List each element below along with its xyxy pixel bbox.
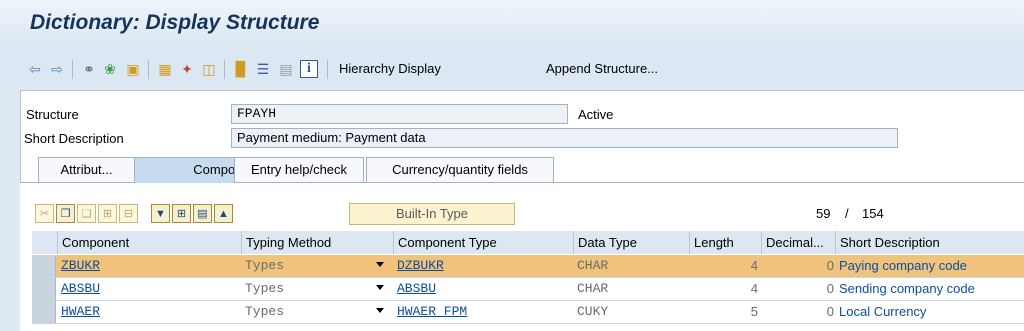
copy-icon[interactable]: ❐ [56, 204, 75, 223]
decimals-cell: 0 [826, 258, 834, 273]
tab-entry-help[interactable]: Entry help/check [234, 157, 364, 183]
row-counter-total: 154 [862, 206, 884, 221]
toolbar-separator [224, 60, 225, 79]
short-description-cell: Sending company code [839, 281, 975, 296]
table-row[interactable]: HWAER Types HWAER_FPM CUKY 5 0 Local Cur… [32, 301, 1024, 324]
component-cell[interactable]: ZBUKR [58, 255, 242, 277]
table-row[interactable]: ABSBU Types ABSBU CHAR 4 0 Sending compa… [32, 278, 1024, 301]
short-description-cell: Paying company code [839, 258, 967, 273]
component-type-cell[interactable]: ABSBU [394, 278, 574, 300]
component-cell[interactable]: ABSBU [58, 278, 242, 300]
filter-down-icon[interactable]: ▼ [151, 204, 170, 223]
select-all-header[interactable] [32, 231, 58, 254]
structure-field[interactable]: FPAYH [231, 104, 568, 124]
length-cell: 4 [750, 258, 758, 273]
page-title: Dictionary: Display Structure [30, 11, 320, 34]
data-type-cell: CHAR [577, 258, 609, 273]
component-cell[interactable]: HWAER [58, 301, 242, 323]
typing-method-cell[interactable]: Types [242, 301, 362, 323]
row-counter-separator: / [845, 206, 849, 221]
typing-method-cell[interactable]: Types [242, 255, 362, 277]
component-type-cell[interactable]: DZBUKR [394, 255, 574, 277]
dropdown-arrow-icon[interactable] [376, 308, 384, 313]
short-description-label: Short Description [24, 131, 124, 146]
row-selector[interactable] [32, 301, 56, 323]
back-arrow-icon[interactable]: ⇦ [26, 60, 44, 78]
title-bar: Dictionary: Display Structure [0, 0, 1024, 44]
built-in-type-button[interactable]: Built-In Type [349, 203, 515, 225]
scroll-top-icon[interactable]: ▲ [214, 204, 233, 223]
data-type-cell: CHAR [577, 281, 609, 296]
forward-arrow-icon[interactable]: ⇨ [48, 60, 66, 78]
short-description-cell: Local Currency [839, 304, 927, 319]
tab-attributes[interactable]: Attribut... [38, 157, 135, 183]
dropdown-arrow-icon[interactable] [376, 262, 384, 267]
delete-row-icon[interactable]: ⊟ [119, 204, 138, 223]
insert-row-icon[interactable]: ⊞ [98, 204, 117, 223]
list-icon[interactable]: ☰ [254, 60, 272, 78]
length-cell: 4 [750, 281, 758, 296]
glasses-icon[interactable]: ⚭ [80, 60, 98, 78]
dropdown-arrow-icon[interactable] [376, 285, 384, 290]
status-text: Active [578, 107, 614, 122]
column-header[interactable]: Data Type [574, 231, 690, 254]
column-header[interactable]: Decimal... [762, 231, 836, 254]
transport-icon[interactable]: ◫ [200, 60, 218, 78]
expand-icon[interactable]: ⊞ [172, 204, 191, 223]
application-toolbar: ⇦ ⇨ ⚭ ❀ ▣ ▦ ✦ ◫ ▉ ☰ ▤ i Hierarchy Displa… [0, 52, 1024, 86]
details-icon[interactable]: ▤ [193, 204, 212, 223]
decimals-cell: 0 [826, 304, 834, 319]
table-row[interactable]: ZBUKR Types DZBUKR CHAR 4 0 Paying compa… [32, 255, 1024, 278]
column-header[interactable]: Typing Method [242, 231, 394, 254]
column-header[interactable]: Length [690, 231, 762, 254]
paste-icon[interactable]: ❑ [77, 204, 96, 223]
layout-icon[interactable]: ▤ [277, 60, 295, 78]
where-used-icon[interactable]: ▦ [156, 60, 174, 78]
column-header[interactable]: Component Type [394, 231, 574, 254]
row-counter-current: 59 [816, 206, 831, 221]
row-selector[interactable] [32, 278, 56, 300]
column-header[interactable]: Short Description [836, 231, 1024, 254]
object-list-icon[interactable]: ▣ [124, 60, 142, 78]
tab-currency-quantity[interactable]: Currency/quantity fields [366, 157, 554, 183]
data-type-cell: CUKY [577, 304, 609, 319]
structure-label: Structure [26, 107, 79, 122]
decimals-cell: 0 [826, 281, 834, 296]
hierarchy-display-button[interactable]: Hierarchy Display [339, 61, 441, 76]
toolbar-separator [327, 60, 328, 79]
magic-wand-icon[interactable]: ✦ [178, 60, 196, 78]
length-cell: 5 [750, 304, 758, 319]
toolbar-separator [72, 60, 73, 79]
info-icon[interactable]: i [300, 60, 318, 78]
component-type-cell[interactable]: HWAER_FPM [394, 301, 574, 323]
column-header[interactable]: Component [58, 231, 242, 254]
cut-icon[interactable]: ✂ [35, 204, 54, 223]
append-structure-button[interactable]: Append Structure... [546, 61, 658, 76]
short-description-field[interactable]: Payment medium: Payment data [231, 128, 898, 148]
activate-icon[interactable]: ❀ [101, 60, 119, 78]
row-selector[interactable] [32, 255, 56, 277]
typing-method-cell[interactable]: Types [242, 278, 362, 300]
hierarchy-icon[interactable]: ▉ [232, 60, 250, 78]
toolbar-separator [148, 60, 149, 79]
